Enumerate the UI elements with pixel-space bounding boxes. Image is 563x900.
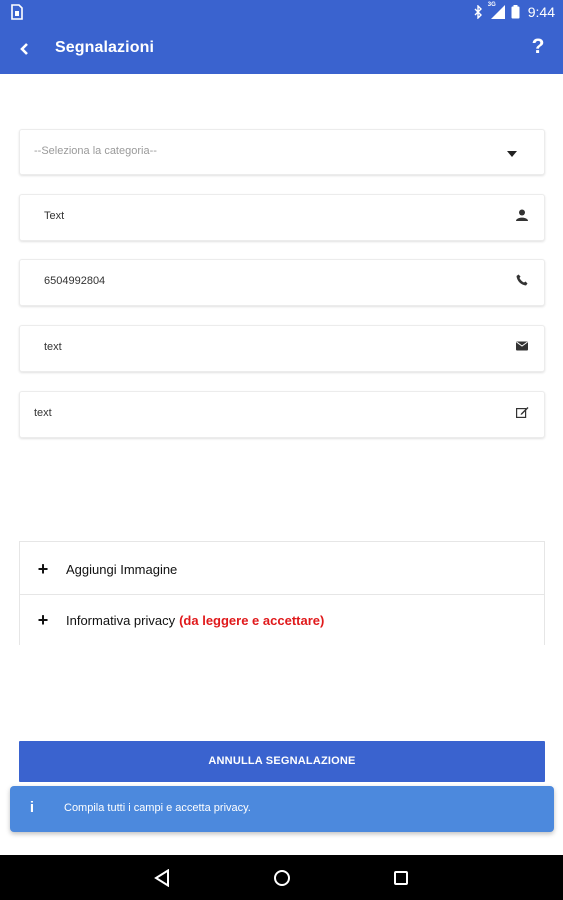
nav-home-button[interactable] [270,866,294,890]
name-field[interactable]: Text [19,194,545,241]
cancel-report-button[interactable]: ANNULLA SEGNALAZIONE [19,741,545,782]
privacy-notice-label: Informativa privacy [66,613,176,628]
nav-recents-button[interactable] [389,866,413,890]
description-field-value: text [34,407,52,419]
back-triangle-icon [154,869,169,887]
expand-plus-icon: + [37,558,49,579]
home-circle-icon [274,870,290,886]
expand-plus-icon: + [37,610,49,630]
envelope-icon [514,338,530,354]
back-arrow-icon [20,43,28,55]
status-bar: 3G 9:44 [0,0,563,24]
person-icon [514,207,530,223]
sim-icon [11,4,23,20]
app-bar: Segnalazioni ? [0,24,563,74]
phone-icon [514,272,530,288]
add-image-row[interactable]: + Aggiungi Immagine [20,544,544,595]
status-icons: 3G 9:44 [474,0,555,24]
info-icon: i [29,799,35,816]
category-select-value: --Seleziona la categoria-- [34,145,157,157]
add-image-label: Aggiungi Immagine [66,561,178,577]
recents-square-icon [394,871,408,885]
validation-toast: i Compila tutti i campi e accetta privac… [10,786,554,832]
back-button[interactable] [12,37,36,61]
page-title: Segnalazioni [55,39,154,56]
network-type-label: 3G [487,2,496,8]
email-field-value: text [44,341,62,353]
battery-icon [511,5,520,19]
toast-message: Compila tutti i campi e accetta privacy. [64,802,251,814]
signal-icon: 3G [487,2,505,19]
dropdown-arrow-icon [504,146,520,162]
status-time: 9:44 [527,4,555,20]
description-field[interactable]: text [19,391,545,438]
name-field-value: Text [44,210,65,222]
help-button[interactable]: ? [525,35,551,63]
nav-back-button[interactable] [150,866,174,890]
phone-field-value: 6504992804 [44,275,106,287]
attachments-panel: + Aggiungi Immagine + Informativa privac… [19,541,545,645]
privacy-notice-warning: (da leggere e accettare) [179,613,325,628]
phone-field[interactable]: 6504992804 [19,259,545,306]
system-nav-bar [0,855,563,900]
bluetooth-icon [474,5,482,19]
edit-icon [514,404,530,420]
category-select[interactable]: --Seleziona la categoria-- [19,129,545,175]
privacy-notice-row[interactable]: + Informativa privacy (da leggere e acce… [20,595,544,646]
email-field[interactable]: text [19,325,545,372]
